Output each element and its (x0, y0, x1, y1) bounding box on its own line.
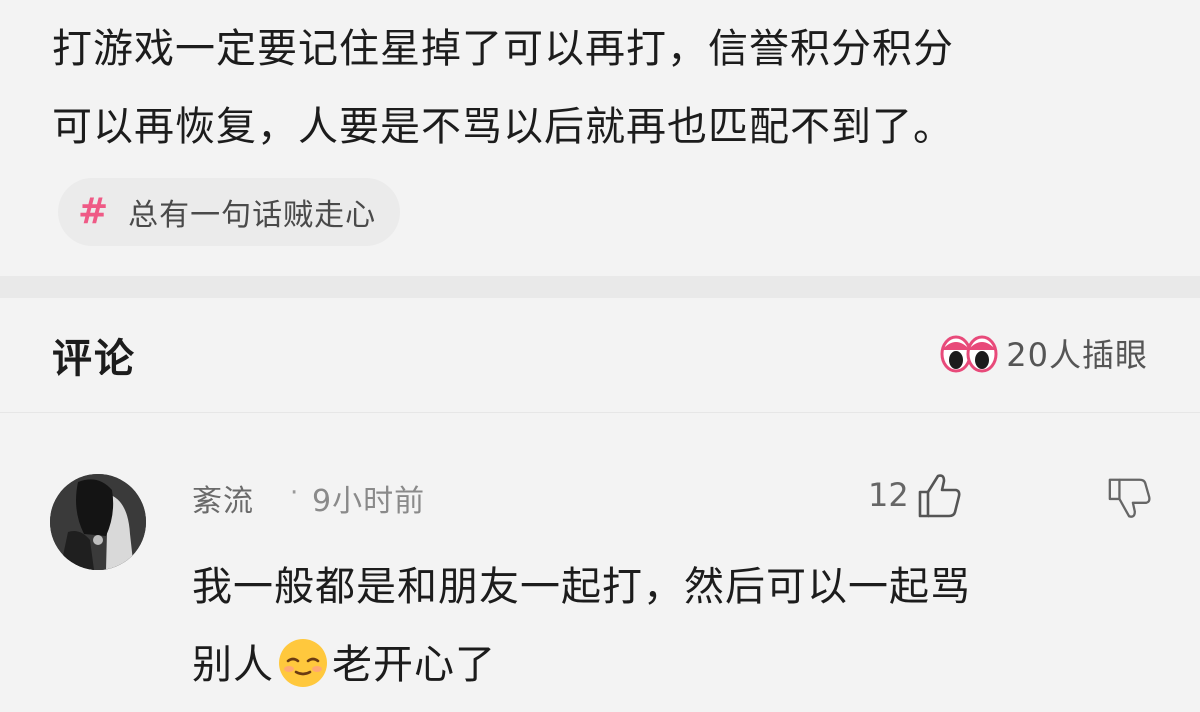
section-divider (0, 276, 1200, 298)
topic-tag-label: 总有一句话贼走心 (128, 198, 377, 233)
thumbs-up-icon[interactable] (914, 470, 964, 520)
post-text-line: 打游戏一定要记住星掉了可以再打，信誉积分积分 (52, 26, 954, 72)
comment-body-line: 别人 老开心了 (192, 626, 1172, 704)
comment-body: 我一般都是和朋友一起打，然后可以一起骂 别人 老开心了 (192, 548, 1172, 704)
like-count: 12 (868, 476, 909, 514)
comments-heading: 评论 (52, 336, 136, 382)
thumbs-down-icon[interactable] (1106, 474, 1154, 522)
post-text: 打游戏一定要记住星掉了可以再打，信誉积分积分 可以再恢复，人要是不骂以后就再也匹… (52, 10, 1172, 166)
comment-timestamp: 9小时前 (312, 484, 426, 519)
topic-tag[interactable]: # 总有一句话贼走心 (58, 178, 401, 246)
avatar-image (50, 474, 146, 570)
comment-username[interactable]: 紊流 (192, 476, 254, 520)
comments-divider (0, 412, 1200, 413)
watchers-count: 20人插眼 (1006, 336, 1148, 374)
relieved-face-emoji-icon (279, 639, 327, 687)
comment-body-segment: 别人 (192, 642, 274, 688)
comment-body-segment: 老开心了 (332, 642, 496, 688)
eyes-icon (940, 335, 998, 373)
meta-separator: · (290, 478, 299, 508)
hash-icon: # (78, 191, 109, 232)
comment-item: 紊流 · 9小时前 12 我一般都是和朋友一起打，然后可以一起骂 别人 老开心了 (0, 470, 1200, 712)
comment-body-line: 我一般都是和朋友一起打，然后可以一起骂 (192, 564, 971, 610)
avatar[interactable] (50, 474, 146, 570)
watchers-indicator[interactable]: 20人插眼 (940, 330, 1148, 376)
post-text-line: 可以再恢复，人要是不骂以后就再也匹配不到了。 (52, 104, 954, 150)
